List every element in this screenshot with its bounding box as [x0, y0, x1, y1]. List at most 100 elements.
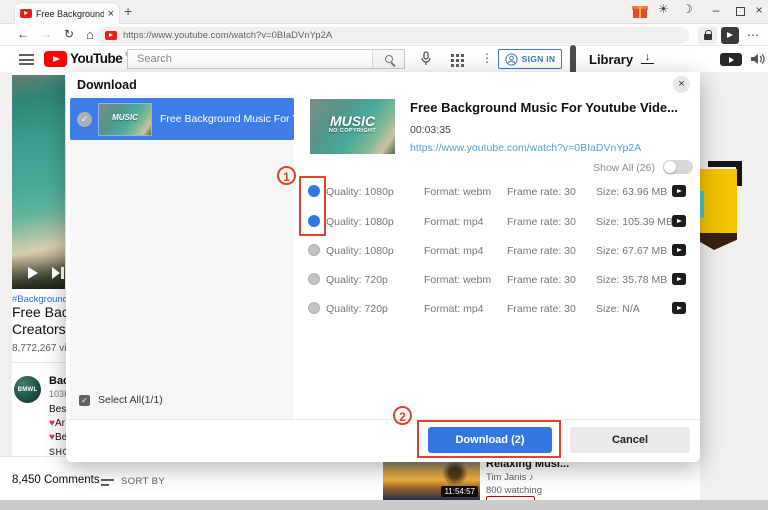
page-background-right: [700, 72, 768, 500]
comments-count: 8,450 Comments: [12, 474, 100, 486]
mic-icon[interactable]: [420, 51, 432, 67]
sign-in-button[interactable]: SIGN IN: [498, 49, 562, 69]
sign-in-label: SIGN IN: [522, 54, 556, 64]
format-quality: Quality: 1080p: [326, 186, 394, 198]
format-quality: Quality: 720p: [326, 303, 388, 315]
home-icon[interactable]: ⌂: [86, 27, 94, 42]
dark-theme-icon[interactable]: ☽: [682, 2, 693, 16]
sort-by-button[interactable]: SORT BY: [121, 476, 165, 487]
new-tab-button[interactable]: +: [124, 3, 132, 19]
download-list-panel: ✓ MUSIC Free Background Music For Youtu.…: [70, 95, 294, 419]
cancel-button[interactable]: Cancel: [570, 427, 690, 453]
format-framerate: Frame rate: 30: [507, 216, 576, 228]
minimize-button[interactable]: –: [708, 3, 724, 17]
format-size: Size: 35.78 MB: [596, 274, 667, 286]
volume-icon[interactable]: [750, 52, 765, 66]
browser-titlebar: Free Background Mus × + ☀ ☽ – ×: [0, 0, 768, 24]
preview-play-icon[interactable]: [672, 215, 686, 227]
format-format: Format: webm: [424, 186, 491, 198]
search-placeholder: Search: [128, 50, 372, 68]
suggested-video-channel[interactable]: Tim Janis ♪: [486, 472, 534, 483]
reload-icon[interactable]: ↻: [64, 27, 74, 41]
description-heart-line-2: ♥Be: [49, 432, 67, 443]
annotation-rect-download: [417, 420, 561, 458]
format-radio[interactable]: [308, 273, 320, 285]
description-heart-line-1: ♥Ar: [49, 418, 65, 429]
youtube-favicon-icon: [20, 9, 32, 18]
format-framerate: Frame rate: 30: [507, 245, 576, 257]
format-framerate: Frame rate: 30: [507, 303, 576, 315]
hamburger-menu-icon[interactable]: [19, 54, 34, 65]
browser-tab[interactable]: Free Background Mus ×: [14, 2, 120, 24]
maximize-button[interactable]: [736, 7, 745, 16]
palm-silhouette: [442, 460, 468, 486]
download-manager-icon[interactable]: ↓: [641, 51, 654, 64]
format-radio[interactable]: [308, 244, 320, 256]
youtube-button-icon[interactable]: [720, 53, 742, 66]
forward-icon[interactable]: →: [40, 27, 52, 41]
format-row[interactable]: Quality: 720p Format: mp4 Frame rate: 30…: [300, 293, 696, 323]
annotation-rect-radios: [299, 176, 326, 236]
video-duration-badge: 11:54:57: [441, 486, 478, 497]
item-thumbnail: MUSIC: [98, 103, 152, 136]
dialog-video-url[interactable]: https://www.youtube.com/watch?v=0BIaDVnY…: [410, 142, 641, 154]
item-checkbox[interactable]: ✓: [77, 112, 92, 127]
play-icon[interactable]: [28, 267, 38, 279]
format-quality: Quality: 1080p: [326, 245, 394, 257]
sort-icon[interactable]: [101, 479, 114, 487]
youtube-header: YouTube HK Search ⋮ SIGN IN Library ↓: [0, 47, 768, 72]
search-input[interactable]: Search: [127, 49, 405, 69]
light-theme-icon[interactable]: ☀: [658, 2, 669, 16]
annotation-step1: 1: [277, 166, 296, 185]
format-size: Size: 67.67 MB: [596, 245, 667, 257]
channel-avatar[interactable]: BMWL: [14, 376, 41, 403]
format-format: Format: mp4: [424, 303, 484, 315]
back-icon[interactable]: ←: [17, 27, 29, 41]
preview-play-icon[interactable]: [672, 273, 686, 285]
youtube-logo[interactable]: YouTube HK: [44, 51, 134, 67]
library-heading: Library: [589, 52, 633, 67]
video-player[interactable]: [12, 75, 65, 289]
format-row[interactable]: Quality: 1080p Format: mp4 Frame rate: 3…: [300, 235, 696, 265]
browser-menu-icon[interactable]: ⋯: [747, 28, 760, 42]
suggested-video-thumbnail[interactable]: 11:54:57: [383, 458, 480, 500]
downloader-extension-icon[interactable]: [721, 27, 739, 44]
browser-toolbar: ← → ↻ ⌂ https://www.youtube.com/watch?v=…: [0, 25, 768, 46]
next-video-icon[interactable]: [52, 267, 64, 279]
download-list-item[interactable]: ✓ MUSIC Free Background Music For Youtu.…: [70, 98, 294, 140]
dialog-close-icon[interactable]: ×: [673, 76, 690, 93]
format-radio[interactable]: [308, 302, 320, 314]
format-format: Format: mp4: [424, 216, 484, 228]
preview-play-icon[interactable]: [672, 244, 686, 256]
bottom-bar: [0, 500, 768, 510]
preview-play-icon[interactable]: [672, 302, 686, 314]
scrollbar-thumb[interactable]: [570, 45, 576, 74]
format-format: Format: mp4: [424, 245, 484, 257]
annotation-step2: 2: [393, 406, 412, 425]
preview-play-icon[interactable]: [672, 185, 686, 197]
dialog-title: Download: [77, 78, 137, 92]
search-button[interactable]: [372, 50, 404, 68]
select-all-label: Select All(1/1): [98, 394, 163, 406]
dialog-video-title: Free Background Music For Youtube Vide..…: [410, 100, 692, 115]
youtube-play-logo-icon: [44, 51, 67, 67]
format-size: Size: 105.39 MB: [596, 216, 673, 228]
address-bar[interactable]: https://www.youtube.com/watch?v=0BIaDVnY…: [97, 27, 689, 44]
select-all-checkbox[interactable]: ✓: [79, 395, 90, 406]
format-row[interactable]: Quality: 1080p Format: mp4 Frame rate: 3…: [300, 206, 696, 236]
format-row[interactable]: Quality: 1080p Format: webm Frame rate: …: [300, 176, 696, 206]
format-framerate: Frame rate: 30: [507, 274, 576, 286]
apps-grid-icon[interactable]: [451, 54, 454, 57]
gift-extension-icon[interactable]: [633, 5, 647, 18]
format-row[interactable]: Quality: 720p Format: webm Frame rate: 3…: [300, 264, 696, 294]
show-all-toggle[interactable]: [663, 160, 693, 174]
format-quality: Quality: 720p: [326, 274, 388, 286]
show-all-label: Show All (26): [510, 162, 655, 174]
footer-divider: [66, 419, 700, 420]
tab-close-icon[interactable]: ×: [108, 9, 114, 19]
lock-icon[interactable]: [698, 27, 717, 44]
youtube-kebab-icon[interactable]: ⋮: [481, 51, 493, 65]
app-window: Free Background Mus × + ☀ ☽ – × ← → ↻ ⌂ …: [0, 0, 768, 510]
select-all-row[interactable]: ✓ Select All(1/1): [79, 394, 163, 406]
close-window-button[interactable]: ×: [751, 3, 767, 17]
